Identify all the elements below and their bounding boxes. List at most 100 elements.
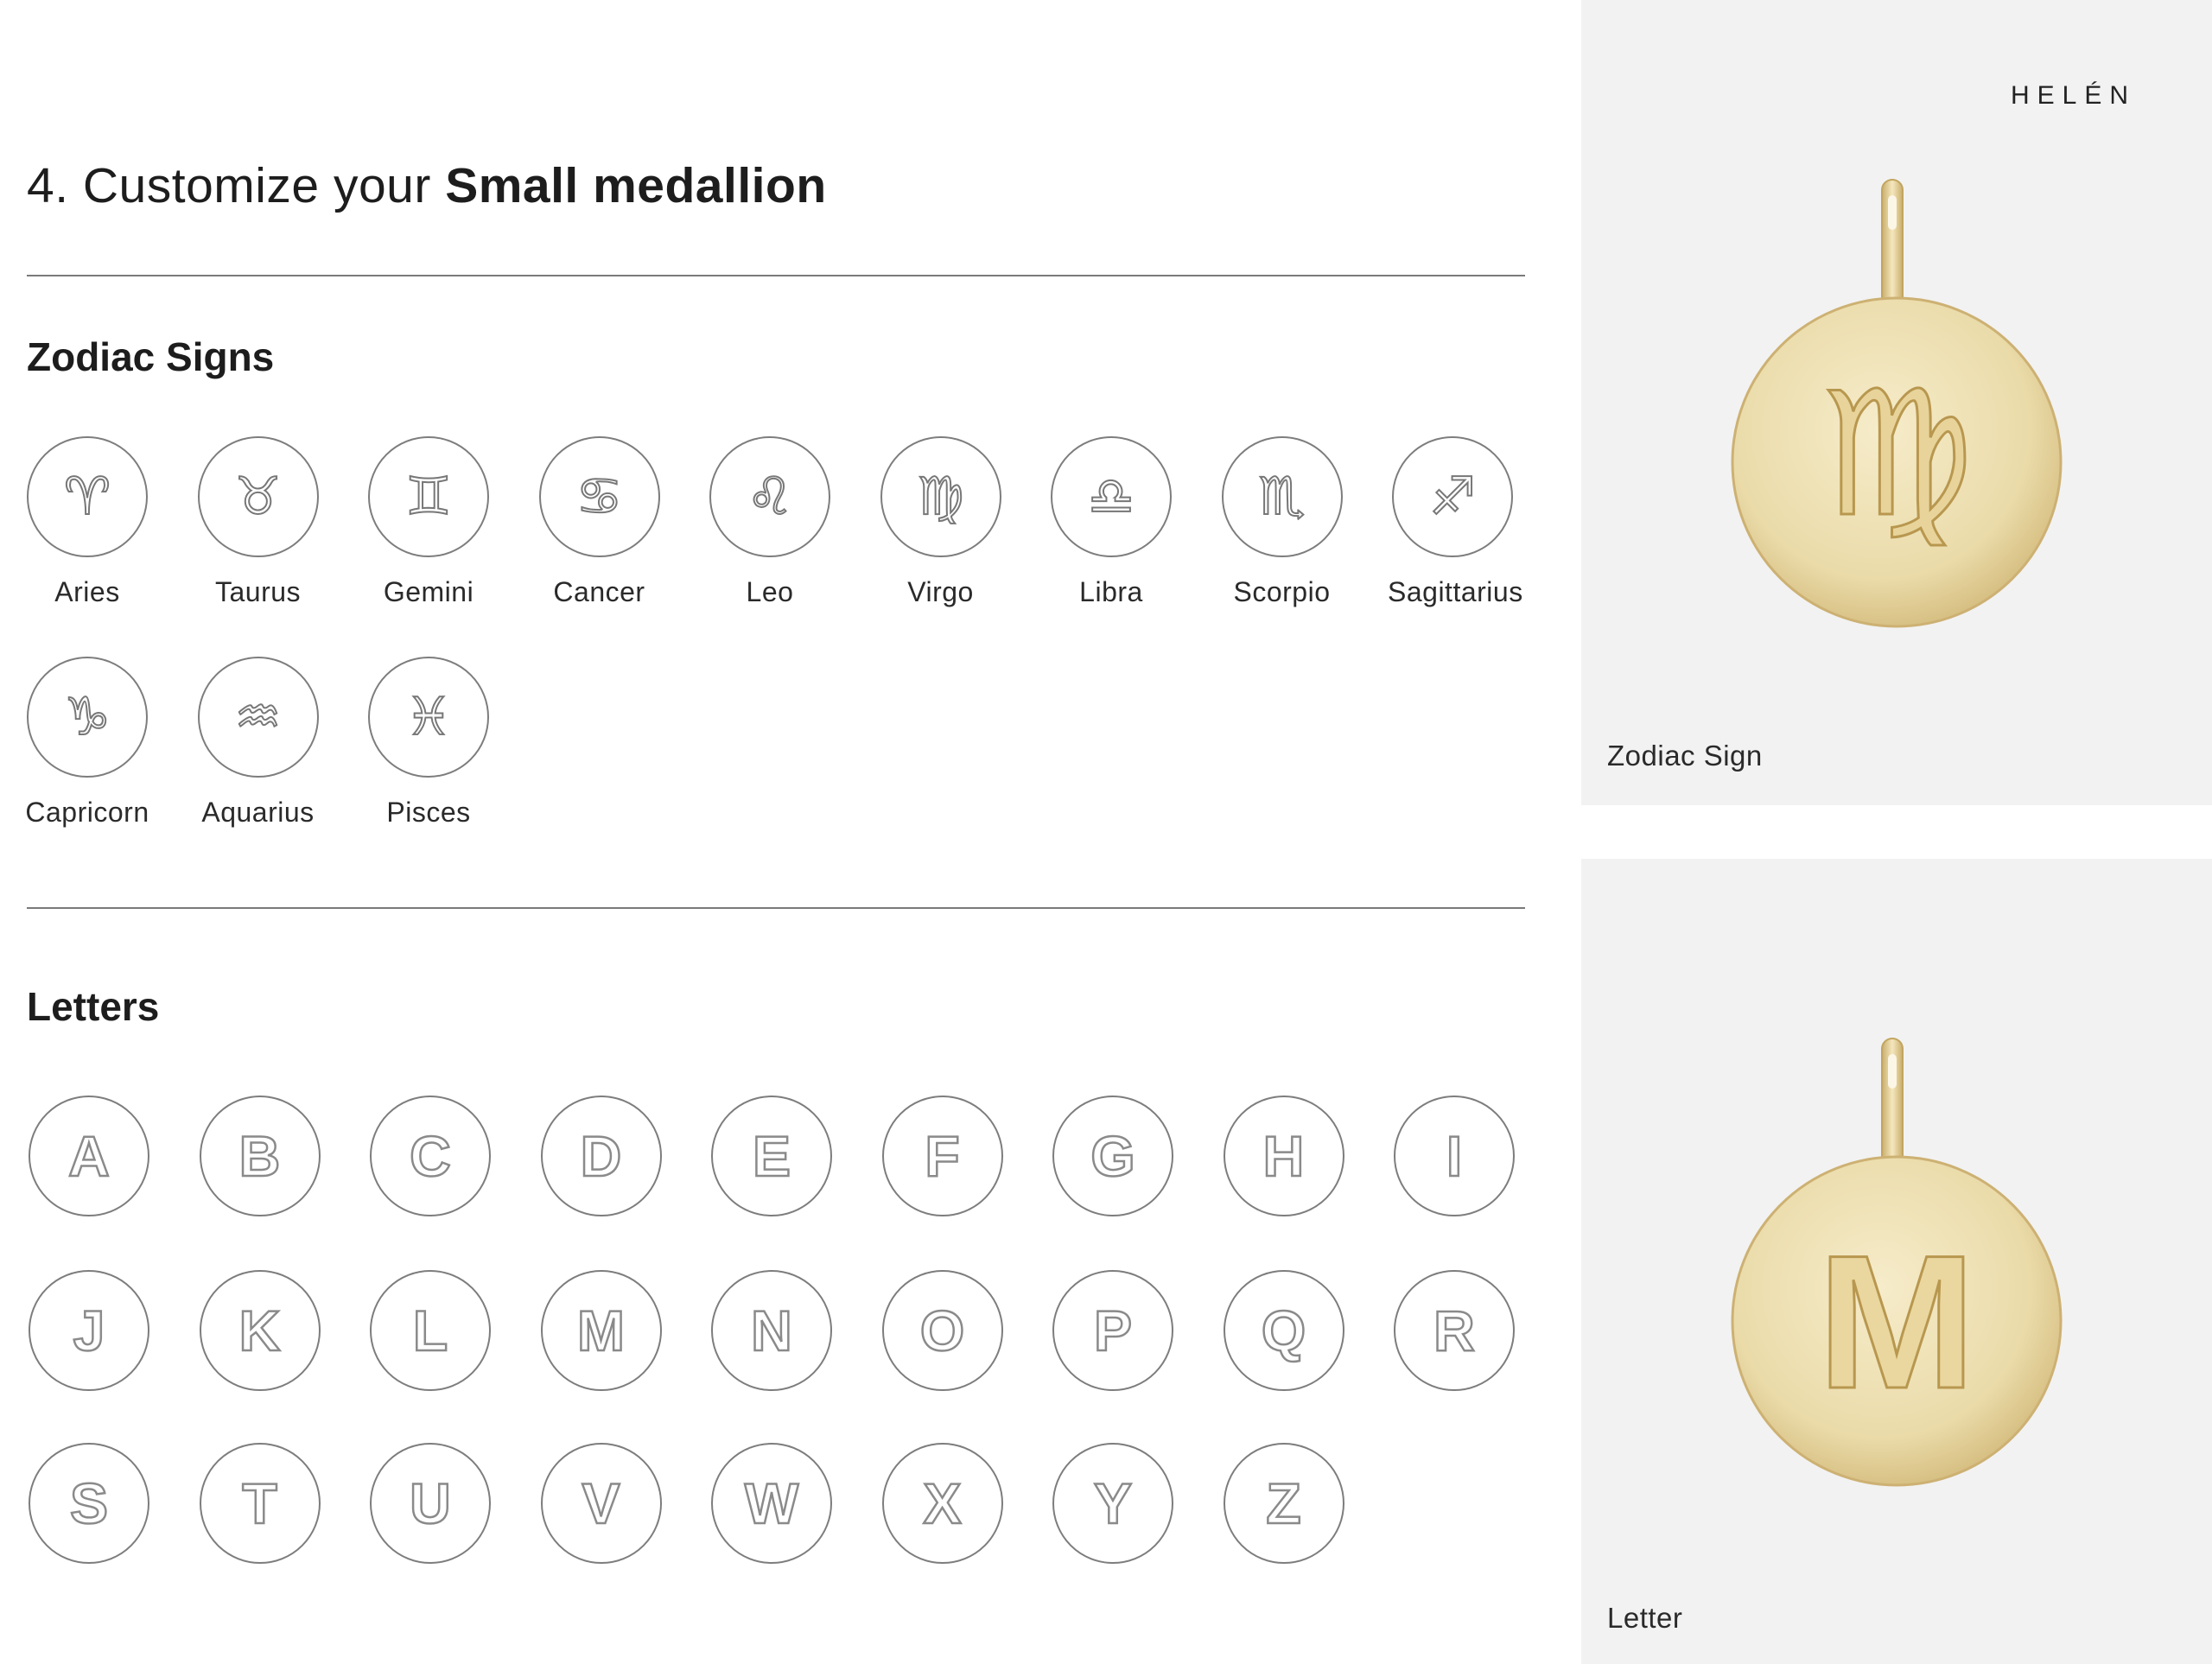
letter-option-i[interactable]: I <box>1389 1096 1519 1216</box>
letter-option-p[interactable]: P <box>1048 1270 1178 1391</box>
letter-option-label: Q <box>1261 1299 1307 1362</box>
letter-medallion-image: M <box>1731 1038 2063 1487</box>
zodiac-option-gemini[interactable]: ♊ Gemini <box>364 436 493 608</box>
letter-option-u[interactable]: U <box>365 1443 495 1564</box>
letter-option-circle[interactable]: B <box>199 1096 321 1216</box>
zodiac-option-label: Virgo <box>907 576 974 607</box>
zodiac-option-circle[interactable]: ♍ <box>880 436 1001 557</box>
letter-option-t[interactable]: T <box>195 1443 325 1564</box>
letter-option-circle[interactable]: N <box>711 1270 832 1391</box>
letter-option-label: W <box>744 1471 800 1535</box>
letter-option-circle[interactable]: S <box>29 1443 149 1564</box>
zodiac-option-aquarius[interactable]: ♒ Aquarius <box>194 657 323 829</box>
letter-option-circle[interactable]: U <box>370 1443 491 1564</box>
aquarius-icon: ♒ <box>234 687 283 747</box>
letter-option-circle[interactable]: E <box>711 1096 832 1216</box>
letter-option-circle[interactable]: P <box>1052 1270 1173 1391</box>
letter-option-circle[interactable]: O <box>881 1270 1003 1391</box>
letter-option-label: O <box>919 1299 966 1362</box>
letter-preview-caption: Letter <box>1607 1602 1683 1634</box>
letter-option-circle[interactable]: Z <box>1223 1443 1344 1564</box>
letter-option-y[interactable]: Y <box>1048 1443 1178 1564</box>
zodiac-option-circle[interactable]: ♎ <box>1051 436 1172 557</box>
zodiac-option-taurus[interactable]: ♉ Taurus <box>194 436 323 608</box>
letter-option-circle[interactable]: J <box>29 1270 149 1391</box>
zodiac-option-circle[interactable]: ♒ <box>197 657 319 778</box>
zodiac-option-circle[interactable]: ♌ <box>709 436 830 557</box>
letter-option-circle[interactable]: M <box>540 1270 662 1391</box>
zodiac-option-cancer[interactable]: ♋ Cancer <box>535 436 664 608</box>
zodiac-option-label: Scorpio <box>1233 576 1331 607</box>
brand-logo: HELÉN <box>2010 81 2136 110</box>
letter-option-w[interactable]: W <box>707 1443 836 1564</box>
letter-option-g[interactable]: G <box>1048 1096 1178 1216</box>
zodiac-option-leo[interactable]: ♌ Leo <box>705 436 835 608</box>
letter-option-s[interactable]: S <box>24 1443 154 1564</box>
zodiac-option-virgo[interactable]: ♍ Virgo <box>876 436 1006 608</box>
letter-option-circle[interactable]: W <box>711 1443 832 1564</box>
cancer-icon: ♋ <box>575 467 624 527</box>
zodiac-option-libra[interactable]: ♎ Libra <box>1046 436 1176 608</box>
letter-option-r[interactable]: R <box>1389 1270 1519 1391</box>
letter-option-j[interactable]: J <box>24 1270 154 1391</box>
letter-option-label: A <box>67 1124 111 1188</box>
letter-option-e[interactable]: E <box>707 1096 836 1216</box>
letter-option-x[interactable]: X <box>878 1443 1007 1564</box>
letter-option-label: S <box>69 1471 110 1535</box>
zodiac-option-sagittarius[interactable]: ♐ Sagittarius <box>1388 436 1522 608</box>
letter-option-circle[interactable]: F <box>881 1096 1003 1216</box>
letter-option-m[interactable]: M <box>537 1270 666 1391</box>
letter-option-label: M <box>576 1299 626 1362</box>
letter-option-circle[interactable]: H <box>1223 1096 1344 1216</box>
zodiac-option-label: Taurus <box>214 576 302 607</box>
letter-option-l[interactable]: L <box>365 1270 495 1391</box>
zodiac-option-circle[interactable]: ♊ <box>368 436 489 557</box>
zodiac-option-circle[interactable]: ♋ <box>538 436 660 557</box>
scorpio-icon: ♏ <box>1258 467 1306 527</box>
zodiac-option-circle[interactable]: ♓ <box>368 657 489 778</box>
zodiac-option-circle[interactable]: ♈ <box>27 436 148 557</box>
product-name: Small medallion <box>445 158 827 213</box>
letter-option-v[interactable]: V <box>537 1443 666 1564</box>
letter-option-circle[interactable]: K <box>199 1270 321 1391</box>
engraving-letter: M <box>1817 1216 1975 1428</box>
letter-option-circle[interactable]: I <box>1394 1096 1515 1216</box>
letter-option-h[interactable]: H <box>1219 1096 1349 1216</box>
letter-option-circle[interactable]: C <box>370 1096 491 1216</box>
letter-option-o[interactable]: O <box>878 1270 1007 1391</box>
zodiac-option-label: Pisces <box>386 797 471 828</box>
zodiac-option-label: Aquarius <box>201 797 315 828</box>
letter-option-c[interactable]: C <box>365 1096 495 1216</box>
letter-option-z[interactable]: Z <box>1219 1443 1349 1564</box>
zodiac-option-circle[interactable]: ♏ <box>1221 436 1343 557</box>
letter-option-circle[interactable]: T <box>199 1443 321 1564</box>
letter-option-circle[interactable]: A <box>29 1096 149 1216</box>
letter-option-circle[interactable]: G <box>1052 1096 1173 1216</box>
letter-option-k[interactable]: K <box>195 1270 325 1391</box>
zodiac-option-circle[interactable]: ♑ <box>27 657 148 778</box>
title-prefix: 4. Customize your <box>27 158 431 213</box>
zodiac-option-circle[interactable]: ♉ <box>197 436 319 557</box>
letter-option-q[interactable]: Q <box>1219 1270 1349 1391</box>
zodiac-option-label: Aries <box>54 576 120 607</box>
letter-option-a[interactable]: A <box>24 1096 154 1216</box>
letter-option-circle[interactable]: Y <box>1052 1443 1173 1564</box>
letter-option-label: C <box>409 1124 452 1188</box>
zodiac-option-aries[interactable]: ♈ Aries <box>22 436 152 608</box>
letter-option-circle[interactable]: Q <box>1223 1270 1344 1391</box>
aries-icon: ♈ <box>63 467 111 527</box>
zodiac-option-scorpio[interactable]: ♏ Scorpio <box>1217 436 1347 608</box>
letter-option-f[interactable]: F <box>878 1096 1007 1216</box>
letter-option-b[interactable]: B <box>195 1096 325 1216</box>
engraving-zodiac: ♍ <box>1819 354 1974 556</box>
zodiac-option-capricorn[interactable]: ♑ Capricorn <box>22 657 152 829</box>
letter-option-circle[interactable]: L <box>370 1270 491 1391</box>
zodiac-option-pisces[interactable]: ♓ Pisces <box>364 657 493 829</box>
letter-option-circle[interactable]: X <box>881 1443 1003 1564</box>
letter-option-circle[interactable]: R <box>1394 1270 1515 1391</box>
letter-option-n[interactable]: N <box>707 1270 836 1391</box>
zodiac-option-circle[interactable]: ♐ <box>1392 436 1513 557</box>
letter-option-d[interactable]: D <box>537 1096 666 1216</box>
letter-option-circle[interactable]: D <box>540 1096 662 1216</box>
letter-option-circle[interactable]: V <box>540 1443 662 1564</box>
